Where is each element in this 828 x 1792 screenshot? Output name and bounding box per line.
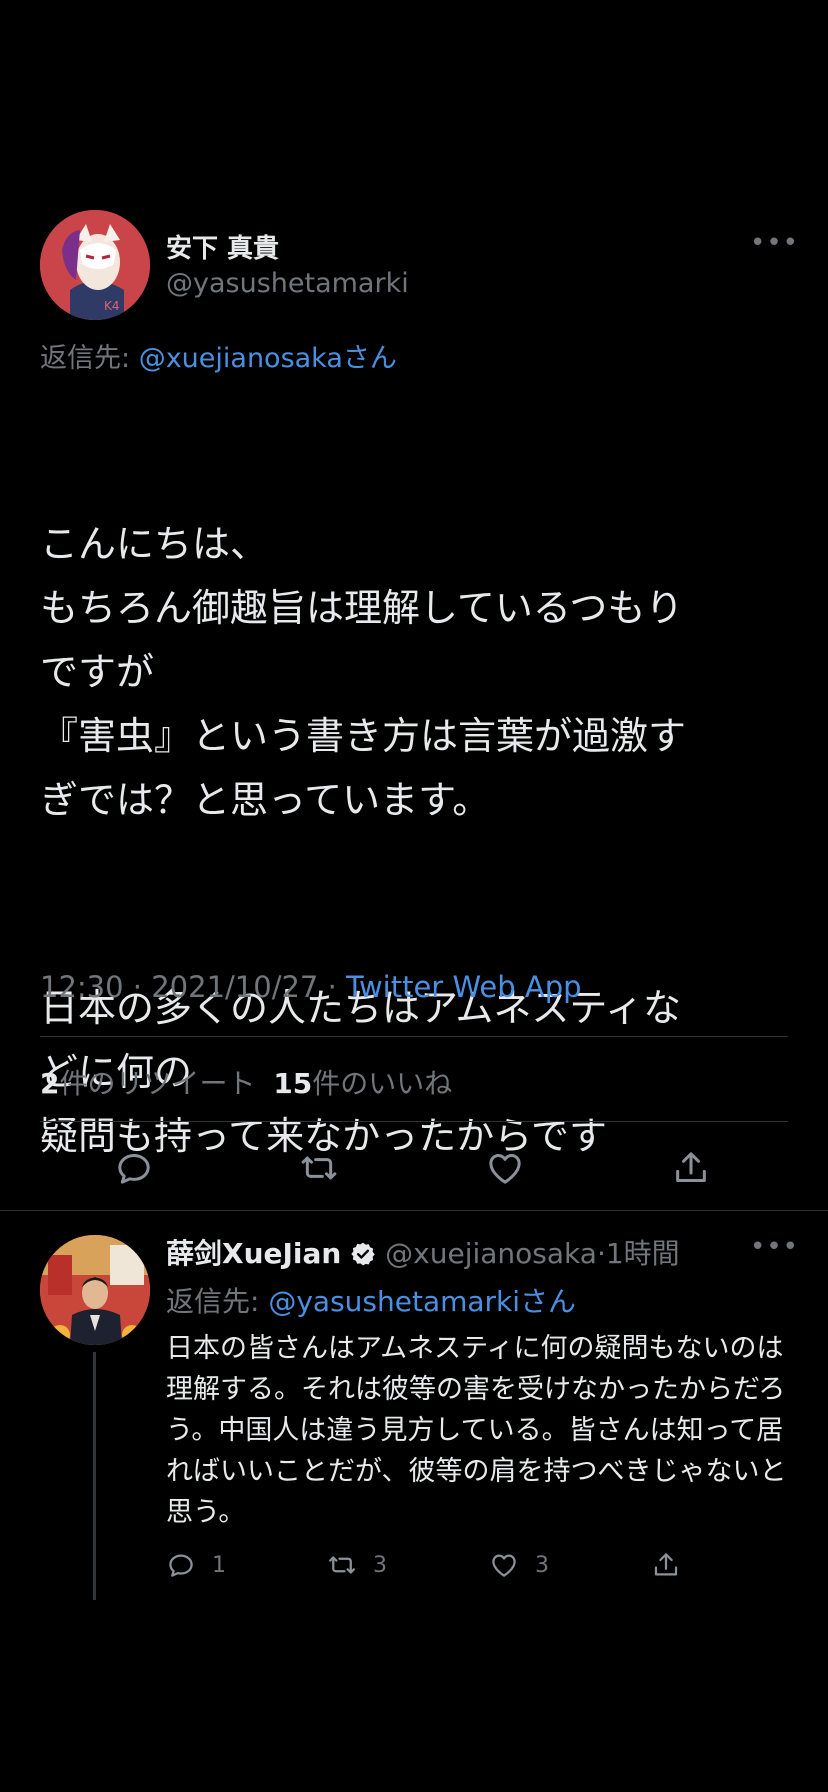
thread-line [93,1352,96,1600]
tweet-source-link[interactable]: Twitter Web App [346,970,582,1004]
reply-icon [118,1154,150,1184]
like-label: 件のいいね [312,1067,453,1100]
tweet-stats: 2件のリツイート 15件のいいね [40,1062,452,1102]
tweet-meta: 12:30 · 2021/10/27 · Twitter Web App [40,970,582,1004]
reply-author-handle[interactable]: @xuejianosaka [385,1237,597,1270]
reply-share-button[interactable] [651,1550,681,1580]
reply-header: 薛剑XueJian @xuejianosaka·1時間 [166,1232,680,1272]
retweet-button[interactable] [299,1148,339,1192]
author-handle[interactable]: @yasushetamarki [166,268,409,299]
reply-author-display-name[interactable]: 薛剑XueJian [166,1237,341,1270]
author-display-name[interactable]: 安下 真貴 [166,228,279,265]
more-icon[interactable]: ••• [750,228,799,258]
like-icon [492,1554,516,1577]
svg-text:K4: K4 [104,299,120,313]
divider [40,1036,788,1037]
retweet-stat[interactable]: 2件のリツイート [40,1067,256,1100]
replying-to-link[interactable]: @yasushetamarkiさん [268,1285,576,1318]
tweet-timestamp[interactable]: 12:30 · 2021/10/27 · [40,970,346,1004]
retweet-label: 件のリツイート [59,1067,256,1100]
tweet-paragraph: こんにちは、 もちろん御趣旨は理解しているつもり ですが 『害虫』という書き方は… [40,522,687,822]
reply-retweet-button[interactable]: 3 [327,1550,387,1580]
like-icon [489,1154,521,1184]
author-avatar[interactable]: K4 [40,210,150,320]
replying-to-link[interactable]: @xuejianosakaさん [139,343,397,374]
divider [0,1210,828,1211]
reply-author-avatar[interactable] [40,1235,150,1345]
retweet-icon [301,1156,337,1180]
retweet-count: 3 [373,1552,387,1578]
replying-to-prefix: 返信先: [40,343,139,374]
reply-reply-button[interactable]: 1 [166,1550,226,1580]
avatar-image [40,1235,150,1345]
verified-icon [351,1242,375,1266]
retweet-count: 2 [40,1067,60,1100]
tweet-text: こんにちは、 もちろん御趣旨は理解しているつもり ですが 『害虫』という書き方は… [40,384,792,1248]
replying-to: 返信先: @yasushetamarkiさん [166,1280,576,1320]
like-count: 3 [535,1552,549,1578]
divider [40,1121,788,1122]
reply-like-button[interactable]: 3 [489,1550,549,1580]
replying-to-prefix: 返信先: [166,1285,269,1318]
share-icon [676,1152,706,1182]
replying-to: 返信先: @xuejianosakaさん [40,336,397,375]
reply-text: 日本の皆さんはアムネスティに何の疑問もないのは理解する。それは彼等の害を受けなか… [166,1333,787,1528]
avatar-image: K4 [40,210,150,320]
reply-icon [169,1554,193,1577]
more-icon[interactable]: ••• [750,1232,799,1262]
retweet-icon [329,1556,355,1574]
reply-button[interactable] [114,1148,154,1192]
share-button[interactable] [671,1148,711,1192]
reply-timestamp[interactable]: ·1時間 [597,1237,680,1270]
like-stat[interactable]: 15件のいいね [273,1067,452,1100]
like-count: 15 [273,1067,313,1100]
reply-count: 1 [212,1552,226,1578]
like-button[interactable] [485,1148,525,1192]
share-icon [654,1553,678,1576]
